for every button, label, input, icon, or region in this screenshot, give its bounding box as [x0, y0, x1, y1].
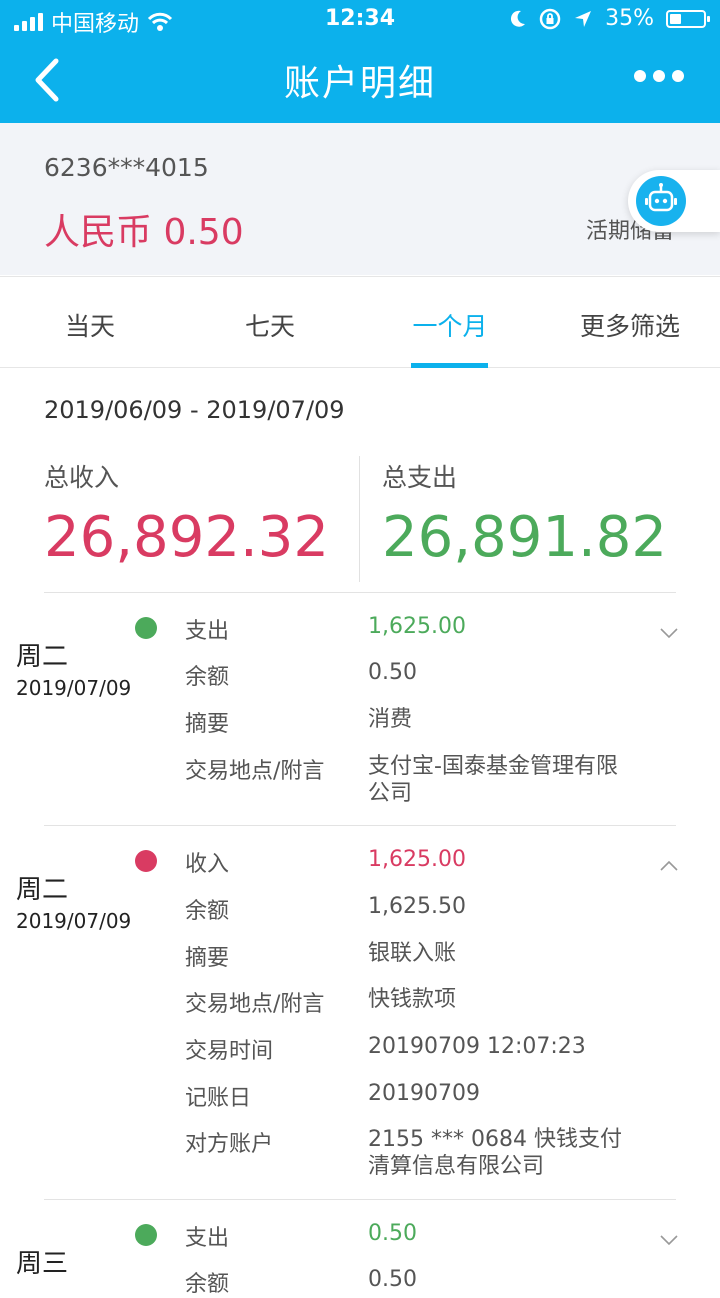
row-label: 摘要	[185, 712, 230, 737]
status-right: 35%	[509, 6, 710, 31]
record-weekday: 周二	[16, 642, 69, 672]
row-label: 余额	[185, 1272, 230, 1297]
divider	[44, 1199, 676, 1200]
status-bar: 中国移动 12:34 35%	[0, 0, 720, 40]
rotation-lock-icon	[539, 8, 561, 29]
row-label: 收入	[185, 852, 230, 877]
row-label: 对方账户	[185, 1132, 274, 1157]
divider	[44, 825, 676, 826]
total-income-label: 总收入	[44, 463, 120, 492]
assistant-robot-button[interactable]	[628, 170, 720, 232]
row-label: 交易地点/附言	[185, 992, 325, 1017]
divider	[44, 592, 676, 593]
chevron-down-icon[interactable]	[660, 627, 678, 639]
total-expense-label: 总支出	[382, 463, 458, 492]
row-value: 1,625.00	[368, 614, 466, 639]
row-value: 支付宝-国泰基金管理有限	[368, 754, 618, 779]
row-value: 1,625.00	[368, 847, 466, 872]
account-header: 6236***4015 人民币 0.50 活期储蓄	[0, 123, 720, 275]
more-options-icon[interactable]	[634, 70, 684, 82]
expense-dot-icon	[135, 1224, 157, 1246]
tab-today[interactable]: 当天	[0, 307, 180, 343]
row-label: 支出	[185, 619, 230, 644]
battery-percent: 35%	[605, 6, 654, 31]
account-balance: 人民币 0.50	[44, 212, 244, 253]
summary-divider	[359, 456, 360, 582]
row-value: 20190709	[368, 1081, 480, 1106]
row-value: 银联入账	[368, 941, 457, 966]
chevron-up-icon[interactable]	[660, 860, 678, 872]
period-tabs: 当天 七天 一个月 更多筛选	[0, 276, 720, 368]
record-date: 2019/07/09	[16, 909, 132, 933]
date-range: 2019/06/09 - 2019/07/09	[44, 396, 345, 424]
row-value: 2155 *** 0684 快钱支付	[368, 1127, 622, 1152]
row-label: 记账日	[185, 1086, 252, 1111]
record-weekday: 周二	[16, 875, 69, 905]
moon-icon	[511, 10, 526, 27]
row-value: 消费	[368, 707, 413, 732]
chevron-down-icon[interactable]	[660, 1234, 678, 1246]
row-label: 余额	[185, 899, 230, 924]
row-value-cont: 公司	[368, 781, 413, 806]
location-icon	[575, 10, 592, 27]
row-label: 支出	[185, 1226, 230, 1251]
total-expense-value: 26,891.82	[382, 505, 668, 570]
income-dot-icon	[135, 850, 157, 872]
row-value: 20190709 12:07:23	[368, 1034, 586, 1059]
top-bar: 中国移动 12:34 35% 账户明细	[0, 0, 720, 123]
row-label: 余额	[185, 665, 230, 690]
tab-one-month[interactable]: 一个月	[360, 307, 540, 343]
record-date: 2019/07/09	[16, 676, 132, 700]
robot-icon	[636, 176, 686, 226]
row-value: 1,625.50	[368, 894, 466, 919]
row-value-cont: 清算信息有限公司	[368, 1154, 545, 1179]
row-label: 交易地点/附言	[185, 759, 325, 784]
row-value: 0.50	[368, 1221, 417, 1246]
row-label: 交易时间	[185, 1039, 274, 1064]
page-title: 账户明细	[283, 63, 436, 104]
tab-seven-days[interactable]: 七天	[180, 307, 360, 343]
tab-more-filters[interactable]: 更多筛选	[540, 307, 720, 343]
total-income-value: 26,892.32	[44, 505, 330, 570]
battery-icon	[666, 9, 710, 28]
account-number: 6236***4015	[44, 153, 209, 182]
active-tab-indicator	[411, 363, 488, 368]
row-value: 0.50	[368, 660, 417, 685]
expense-dot-icon	[135, 617, 157, 639]
record-weekday: 周三	[16, 1249, 69, 1279]
row-label: 摘要	[185, 946, 230, 971]
row-value: 快钱款项	[368, 987, 457, 1012]
